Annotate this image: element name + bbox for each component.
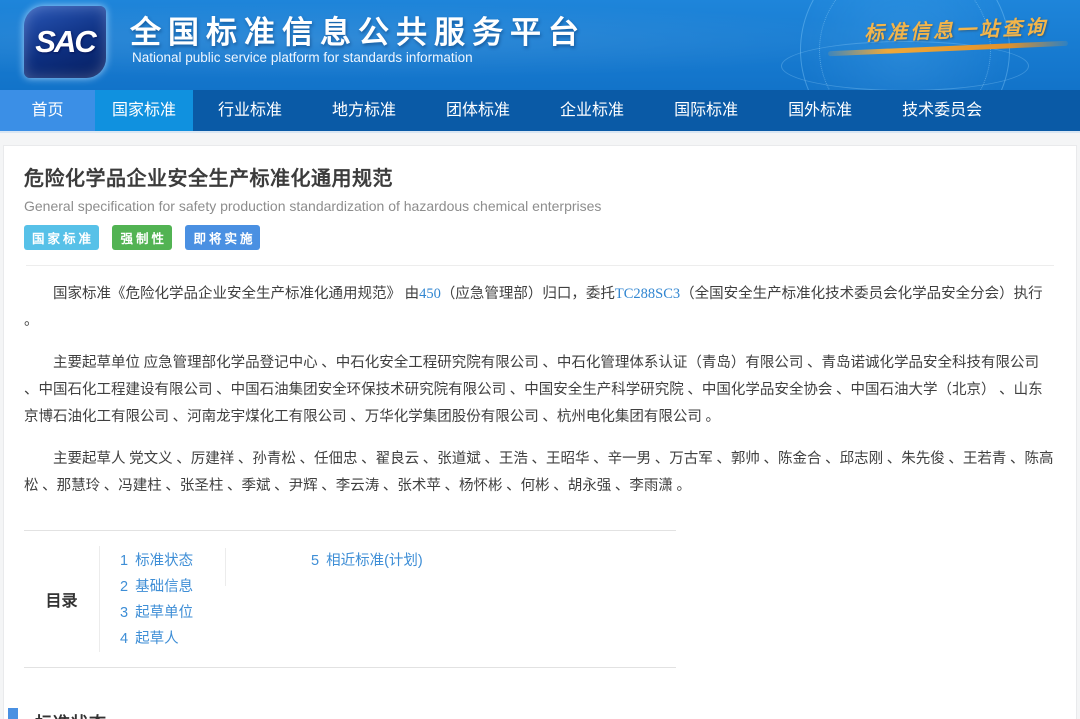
toc-item-number: 3 [120,605,128,621]
title-divider [26,265,1054,266]
site-header: SAC 全国标准信息公共服务平台 National public service… [0,0,1080,90]
toc-label: 目录 [24,546,100,652]
department-code-link[interactable]: 450 [419,286,441,302]
nav-item-group-standards[interactable]: 团体标准 [421,90,535,131]
nav-item-local-standards[interactable]: 地方标准 [307,90,421,131]
toc-item-number: 4 [120,631,128,647]
platform-title: 全国标准信息公共服务平台 [130,7,586,52]
toc-column-2: 5 相近标准(计划) [226,546,423,652]
standard-title-en: General specification for safety product… [24,198,1056,214]
intro-text-2: （应急管理部）归口，委托 [441,286,615,302]
toc-item-label: 标准状态 [135,553,193,569]
platform-subtitle: National public service platform for sta… [132,50,473,65]
status-section-heading: 标准状态 [8,708,1056,719]
drafting-units-paragraph: 主要起草单位 应急管理部化学品登记中心 、中石化安全工程研究院有限公司 、中石化… [24,350,1056,431]
intro-text-1: 国家标准《危险化学品企业安全生产标准化通用规范》 由 [53,286,419,302]
toc-item-basic-info[interactable]: 2 基础信息 [120,574,225,600]
nav-item-foreign-standards[interactable]: 国外标准 [763,90,877,131]
toc-item-label: 起草人 [135,631,179,647]
toc-item-number: 1 [120,553,128,569]
nav-item-enterprise-standards[interactable]: 企业标准 [535,90,649,131]
technical-committee-link[interactable]: TC288SC3 [615,286,680,302]
main-nav: 首页 国家标准 行业标准 地方标准 团体标准 企业标准 国际标准 国外标准 技术… [0,90,1080,133]
toc-box: 目录 1 标准状态 2 基础信息 3 起草单位 4 起草人 5 相近标准(计划) [24,530,676,668]
nav-item-home[interactable]: 首页 [0,90,95,131]
toc-item-label: 相近标准(计划) [326,553,423,569]
sac-logo[interactable]: SAC [24,6,106,78]
header-slogan: 标准信息一站查询 [864,11,1049,46]
badge-row: 国家标准 强制性 即将实施 [24,225,1056,250]
standard-title-zh: 危险化学品企业安全生产标准化通用规范 [24,162,1056,191]
nav-item-industry-standards[interactable]: 行业标准 [193,90,307,131]
toc-item-label: 基础信息 [135,579,193,595]
intro-paragraph: 国家标准《危险化学品企业安全生产标准化通用规范》 由450（应急管理部）归口，委… [24,281,1056,335]
section-accent-bar [8,708,18,719]
badge-mandatory: 强制性 [112,225,172,250]
badge-upcoming-implementation: 即将实施 [185,225,260,250]
drafters-paragraph: 主要起草人 党文义 、厉建祥 、孙青松 、任佃忠 、翟良云 、张道斌 、王浩 、… [24,446,1056,500]
nav-item-international-standards[interactable]: 国际标准 [649,90,763,131]
toc-item-number: 5 [311,553,319,569]
toc-item-similar-standards[interactable]: 5 相近标准(计划) [311,548,423,574]
toc-item-drafting-units[interactable]: 3 起草单位 [120,600,225,626]
toc-item-number: 2 [120,579,128,595]
standard-detail-card: 危险化学品企业安全生产标准化通用规范 General specification… [3,145,1077,719]
nav-item-technical-committees[interactable]: 技术委员会 [877,90,1007,131]
badge-national-standard: 国家标准 [24,225,99,250]
toc-item-drafters[interactable]: 4 起草人 [120,626,225,652]
toc-item-standard-status[interactable]: 1 标准状态 [120,548,225,574]
toc-item-label: 起草单位 [135,605,193,621]
toc-column-1: 1 标准状态 2 基础信息 3 起草单位 4 起草人 [120,546,225,652]
section-title: 标准状态 [35,709,107,719]
nav-item-national-standards[interactable]: 国家标准 [95,90,193,131]
sac-logo-text: SAC [35,24,94,60]
